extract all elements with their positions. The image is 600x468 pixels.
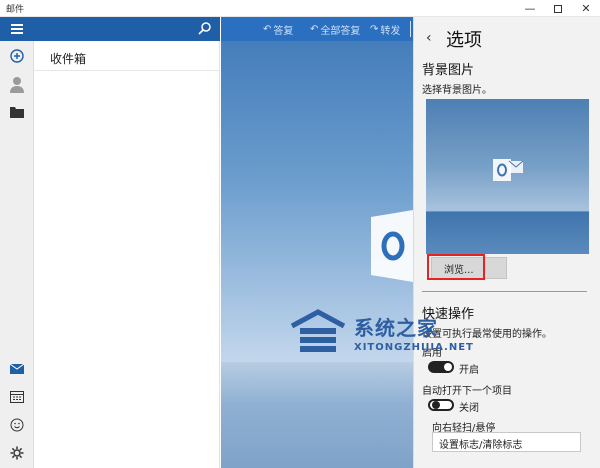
search-bar[interactable] — [34, 17, 220, 41]
title-bar: 邮件 — ✕ — [0, 0, 600, 17]
folder-title: 收件箱 — [50, 52, 87, 66]
toggle-knob — [432, 401, 440, 409]
watermark: 系统之家 XITONGZHIJIA.NET — [288, 306, 488, 376]
mail-icon — [10, 364, 24, 374]
account-icon — [10, 77, 24, 93]
reply-all-label: 全部答复 — [320, 26, 361, 37]
feedback-smiley-icon — [10, 418, 24, 432]
app-title: 邮件 — [6, 5, 25, 15]
watermark-text: 系统之家 — [354, 316, 438, 340]
new-mail-button[interactable] — [0, 44, 34, 68]
back-arrow-icon[interactable]: ‹ — [426, 30, 432, 46]
calendar-icon — [10, 391, 24, 403]
minimize-icon: — — [524, 2, 536, 15]
watermark-logo-icon — [290, 309, 346, 352]
hamburger-line — [11, 32, 23, 34]
forward-button[interactable]: ↷ 转发 — [370, 22, 400, 37]
swipe-right-value: 设置标志/清除标志 — [439, 440, 523, 451]
minimize-button[interactable]: — — [516, 0, 544, 17]
background-preview — [426, 99, 589, 254]
toolbar-separator — [410, 21, 411, 37]
settings-button[interactable] — [0, 441, 34, 465]
background-sea — [221, 362, 413, 468]
forward-icon: ↷ — [370, 24, 379, 35]
auto-open-label: 自动打开下一个项目 — [422, 386, 512, 397]
navigation-rail — [0, 17, 34, 468]
reply-label: 答复 — [273, 26, 294, 37]
toggle2-state: 关闭 — [459, 403, 479, 414]
settings-gear-icon — [10, 446, 24, 460]
hamburger-menu-icon — [11, 24, 23, 26]
search-icon[interactable] — [198, 21, 212, 35]
options-panel: ‹ 选项 背景图片 选择背景图片。 浏览... 快速操作 设置可执行最常使用的操… — [413, 17, 600, 468]
close-button[interactable]: ✕ — [572, 0, 600, 17]
maximize-icon — [554, 4, 562, 13]
message-toolbar: ↶ 答复 ↶ 全部答复 ↷ 转发 — [221, 17, 413, 41]
reply-button[interactable]: ↶ 答复 — [263, 22, 293, 37]
outlook-logo-icon — [371, 210, 413, 282]
swipe-right-dropdown[interactable]: 设置标志/清除标志 — [432, 432, 581, 452]
options-title: 选项 — [446, 30, 482, 51]
reply-all-button[interactable]: ↶ 全部答复 — [310, 22, 360, 37]
highlight-annotation — [427, 254, 485, 280]
mail-button[interactable] — [0, 357, 34, 381]
new-mail-icon — [10, 49, 24, 63]
folders-button[interactable] — [0, 100, 34, 124]
feedback-button[interactable] — [0, 413, 34, 437]
reply-all-icon: ↶ — [310, 24, 319, 35]
auto-open-toggle[interactable] — [428, 399, 454, 411]
divider — [34, 70, 220, 71]
forward-label: 转发 — [380, 26, 401, 37]
outlook-preview-icon — [493, 159, 523, 181]
message-list-pane: 收件箱 — [34, 17, 220, 468]
reading-pane: ↶ 答复 ↶ 全部答复 ↷ 转发 — [221, 17, 413, 468]
maximize-button[interactable] — [544, 0, 572, 17]
calendar-button[interactable] — [0, 385, 34, 409]
hamburger-line — [11, 28, 23, 30]
divider — [422, 291, 587, 292]
reply-icon: ↶ — [263, 24, 272, 35]
background-hint: 选择背景图片。 — [422, 85, 492, 96]
hamburger-menu-button[interactable] — [0, 17, 34, 41]
background-section-heading: 背景图片 — [422, 63, 475, 78]
account-button[interactable] — [0, 73, 34, 97]
close-icon: ✕ — [581, 2, 591, 15]
folder-icon — [10, 107, 24, 118]
watermark-subtext: XITONGZHIJIA.NET — [354, 342, 474, 353]
